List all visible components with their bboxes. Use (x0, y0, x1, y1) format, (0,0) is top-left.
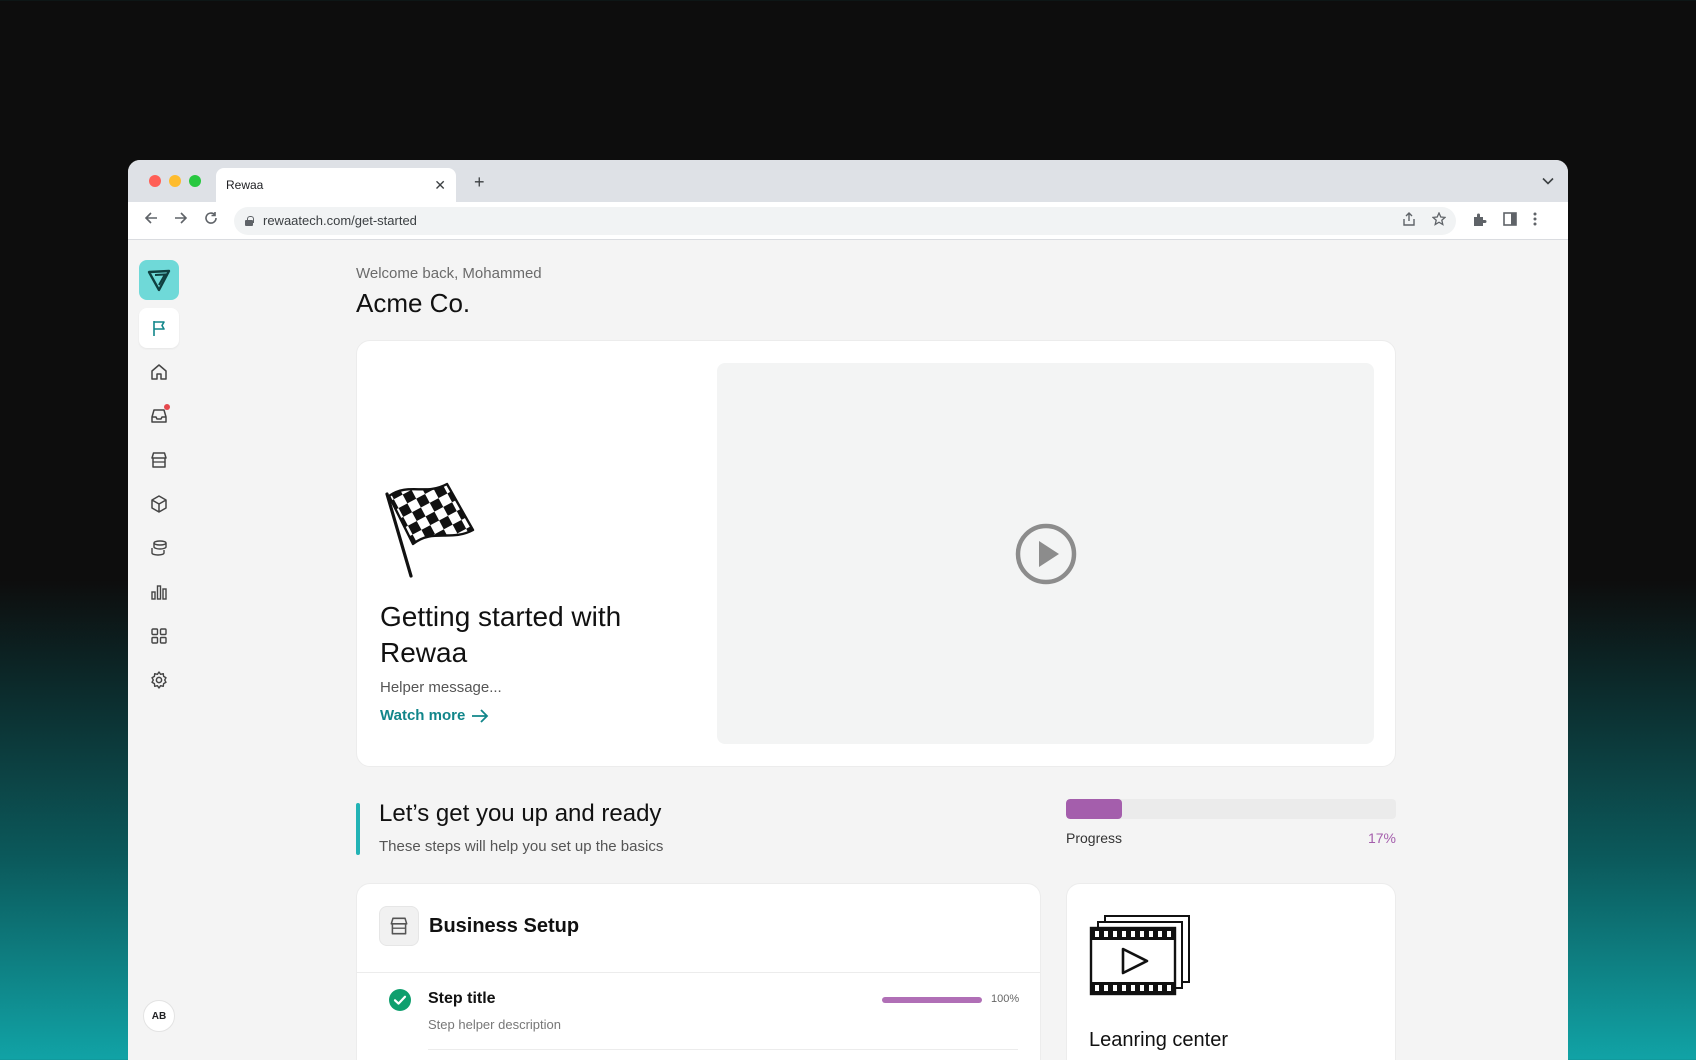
video-player[interactable] (717, 363, 1374, 744)
progress-bar-fill (1066, 799, 1123, 819)
sidebar-item-products[interactable] (139, 484, 179, 524)
url-text[interactable]: rewaatech.com/get-started (263, 213, 1386, 228)
app-sidebar: AB (128, 240, 188, 1060)
side-panel-icon[interactable] (1503, 212, 1517, 229)
browser-toolbar: rewaatech.com/get-started (128, 202, 1568, 240)
progress-bar (1066, 799, 1396, 819)
window-controls (149, 175, 201, 187)
lock-icon (244, 215, 254, 226)
main-content: Welcome back, Mohammed Acme Co. Getting … (356, 240, 1396, 1060)
store-icon (151, 452, 167, 468)
more-menu-icon[interactable] (1533, 212, 1537, 229)
step-progress-fill (882, 997, 982, 1003)
getting-started-card: Getting started with Rewaa Helper messag… (356, 340, 1396, 767)
business-setup-title: Business Setup (429, 914, 580, 937)
business-setup-card: Business Setup Step title Step helper de… (356, 883, 1041, 1060)
chevron-down-icon[interactable] (1542, 174, 1554, 188)
step-progress-value: 100% (991, 993, 1020, 1005)
forward-icon[interactable] (166, 211, 196, 230)
checkered-flag-icon (385, 482, 475, 578)
progress-value: 17% (1367, 830, 1396, 846)
video-film-icon (1089, 915, 1190, 996)
play-icon[interactable] (1014, 522, 1078, 586)
sidebar-item-apps[interactable] (139, 616, 179, 656)
arrow-right-icon (472, 708, 489, 723)
gear-icon (151, 671, 167, 689)
apps-grid-icon (151, 628, 167, 644)
section-accent-bar (356, 803, 360, 855)
watch-more-link[interactable]: Watch more (380, 707, 489, 724)
new-tab-button[interactable]: + (474, 172, 485, 193)
bar-chart-icon (151, 585, 167, 600)
rewaa-logo[interactable] (139, 260, 179, 300)
browser-tab[interactable]: Rewaa ✕ (216, 168, 456, 202)
notification-badge (164, 404, 170, 410)
maximize-window-button[interactable] (189, 175, 201, 187)
step-progress-bar (882, 997, 982, 1003)
address-bar[interactable]: rewaatech.com/get-started (234, 206, 1456, 235)
business-setup-header[interactable]: Business Setup (379, 906, 579, 946)
welcome-message: Welcome back, Mohammed (356, 265, 542, 282)
divider (428, 1049, 1018, 1050)
sidebar-item-finance[interactable] (139, 528, 179, 568)
page-title: Acme Co. (356, 288, 471, 318)
section-subtitle: These steps will help you set up the bas… (379, 838, 664, 855)
avatar[interactable]: AB (143, 1000, 175, 1032)
helper-message: Helper message... (380, 679, 502, 696)
watch-more-label: Watch more (380, 707, 466, 724)
getting-started-title: Getting started with Rewaa (380, 601, 622, 668)
tab-title: Rewaa (226, 178, 264, 192)
step-description: Step helper description (428, 1017, 561, 1032)
box-icon (151, 495, 167, 513)
step-title[interactable]: Step title (428, 990, 496, 1008)
learning-center-card[interactable]: Leanring center (1066, 883, 1396, 1060)
sidebar-item-settings[interactable] (139, 660, 179, 700)
close-icon[interactable]: ✕ (434, 178, 446, 192)
home-icon (151, 364, 167, 380)
reload-icon[interactable] (196, 211, 226, 230)
flag-icon (153, 321, 165, 336)
back-icon[interactable] (136, 211, 166, 230)
browser-window: Rewaa ✕ + rewaatech.com/get-started AB W… (128, 160, 1568, 1060)
sidebar-item-reports[interactable] (139, 572, 179, 612)
progress-label: Progress (1066, 830, 1123, 846)
store-icon (379, 906, 419, 946)
sidebar-item-home[interactable] (139, 352, 179, 392)
star-icon[interactable] (1431, 211, 1447, 229)
sidebar-item-inbox[interactable] (139, 396, 179, 436)
minimize-window-button[interactable] (169, 175, 181, 187)
check-circle-icon (389, 989, 411, 1011)
divider (357, 972, 1040, 973)
sidebar-item-store[interactable] (139, 440, 179, 480)
sidebar-item-get-started[interactable] (139, 308, 179, 348)
section-title: Let’s get you up and ready (379, 800, 662, 827)
extensions-icon[interactable] (1472, 212, 1487, 230)
tab-strip: Rewaa ✕ + (128, 160, 1568, 202)
learning-center-title: Leanring center (1089, 1029, 1228, 1051)
close-window-button[interactable] (149, 175, 161, 187)
share-icon[interactable] (1402, 212, 1416, 229)
coins-icon (151, 540, 167, 556)
